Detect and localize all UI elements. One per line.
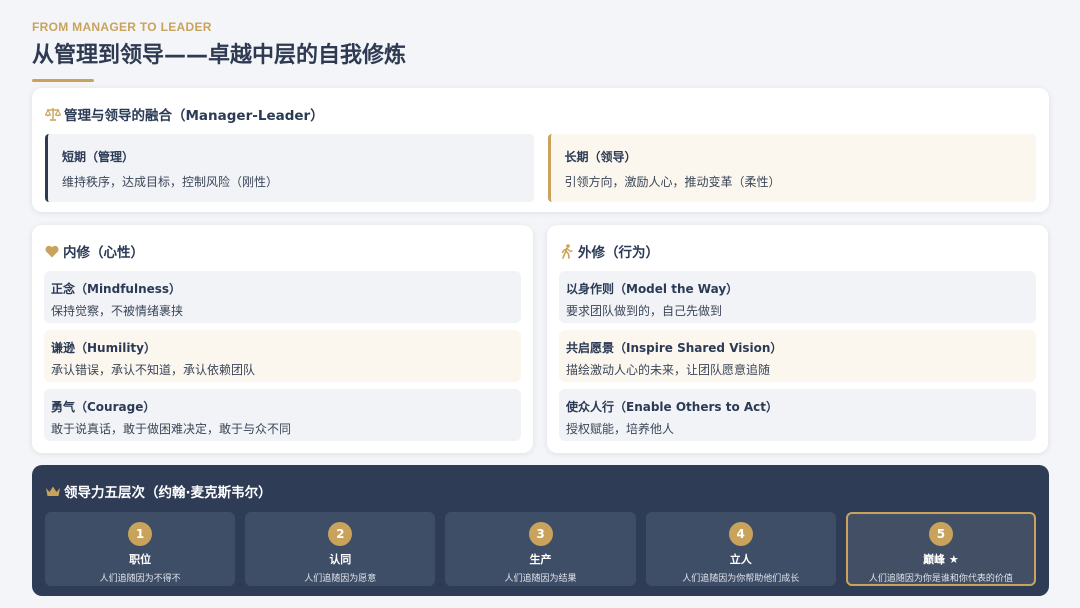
long-term-block: 长期（领导） 引领方向，激励人心，推动变革（柔性） bbox=[547, 134, 1036, 202]
outer-card-header: 外修（行为） bbox=[559, 241, 1036, 261]
outer-item-enable-others: 使众人行（Enable Others to Act） 授权赋能，培养他人 bbox=[559, 389, 1036, 441]
item-title: 谦逊（Humility） bbox=[51, 341, 156, 355]
short-term-title: 短期（管理） bbox=[62, 150, 135, 164]
level-card-3: 3 生产 人们追随因为结果 bbox=[445, 512, 636, 586]
crown-icon bbox=[45, 483, 61, 499]
scale-icon bbox=[45, 106, 61, 122]
leadership-levels-panel: 领导力五层次（约翰·麦克斯韦尔） 1 职位 人们追随因为不得不 2 认同 人们追… bbox=[32, 465, 1049, 596]
fusion-card: 管理与领导的融合（Manager-Leader） 短期（管理） 维持秩序，达成目… bbox=[32, 88, 1049, 212]
item-title: 共启愿景（Inspire Shared Vision） bbox=[566, 341, 783, 355]
levels-header: 领导力五层次（约翰·麦克斯韦尔） bbox=[45, 481, 1036, 501]
inner-item-mindfulness: 正念（Mindfulness） 保持觉察，不被情绪裹挟 bbox=[44, 271, 521, 323]
level-title: 生产 bbox=[529, 553, 552, 566]
level-title: 认同 bbox=[329, 553, 352, 566]
item-desc: 描绘激动人心的未来，让团队愿意追随 bbox=[566, 363, 771, 377]
item-desc: 承认错误，承认不知道，承认依赖团队 bbox=[51, 363, 256, 377]
level-title: 立人 bbox=[729, 553, 752, 566]
outer-item-shared-vision: 共启愿景（Inspire Shared Vision） 描绘激动人心的未来，让团… bbox=[559, 330, 1036, 382]
level-title: 巅峰 ★ bbox=[923, 553, 959, 566]
level-card-5-peak: 5 巅峰 ★ 人们追随因为你是谁和你代表的价值 bbox=[845, 512, 1037, 586]
inner-cultivation-card: 内修（心性） 正念（Mindfulness） 保持觉察，不被情绪裹挟 谦逊（Hu… bbox=[32, 225, 533, 453]
item-desc: 保持觉察，不被情绪裹挟 bbox=[51, 304, 184, 318]
levels-title: 领导力五层次（约翰·麦克斯韦尔） bbox=[64, 485, 272, 501]
page-header: FROM MANAGER TO LEADER 从管理到领导——卓越中层的自我修炼 bbox=[32, 20, 406, 82]
outer-card-title: 外修（行为） bbox=[578, 245, 659, 261]
item-title: 使众人行（Enable Others to Act） bbox=[566, 400, 779, 414]
inner-item-humility: 谦逊（Humility） 承认错误，承认不知道，承认依赖团队 bbox=[44, 330, 521, 382]
outer-cultivation-card: 外修（行为） 以身作则（Model the Way） 要求团队做到的，自己先做到… bbox=[547, 225, 1048, 453]
item-title: 勇气（Courage） bbox=[51, 400, 156, 414]
level-card-2: 2 认同 人们追随因为愿意 bbox=[245, 512, 436, 586]
outer-item-model-the-way: 以身作则（Model the Way） 要求团队做到的，自己先做到 bbox=[559, 271, 1036, 323]
inner-item-courage: 勇气（Courage） 敢于说真话，敢于做困难决定，敢于与众不同 bbox=[44, 389, 521, 441]
inner-card-header: 内修（心性） bbox=[44, 241, 521, 261]
level-desc: 人们追随因为你是谁和你代表的价值 bbox=[868, 574, 1013, 584]
item-desc: 授权赋能，培养他人 bbox=[566, 422, 675, 436]
level-number-badge: 3 bbox=[528, 522, 553, 546]
level-desc: 人们追随因为结果 bbox=[504, 574, 577, 584]
title-underline bbox=[32, 79, 94, 82]
item-title: 以身作则（Model the Way） bbox=[566, 282, 739, 296]
short-term-desc: 维持秩序，达成目标，控制风险（刚性） bbox=[62, 175, 279, 189]
level-desc: 人们追随因为不得不 bbox=[99, 574, 181, 584]
item-desc: 敢于说真话，敢于做困难决定，敢于与众不同 bbox=[51, 422, 292, 436]
item-desc: 要求团队做到的，自己先做到 bbox=[566, 304, 723, 318]
inner-card-title: 内修（心性） bbox=[63, 245, 144, 261]
level-desc: 人们追随因为愿意 bbox=[304, 574, 377, 584]
level-number-badge: 4 bbox=[728, 522, 753, 546]
long-term-desc: 引领方向，激励人心，推动变革（柔性） bbox=[564, 175, 781, 189]
level-card-1: 1 职位 人们追随因为不得不 bbox=[45, 512, 236, 586]
fusion-card-header: 管理与领导的融合（Manager-Leader） bbox=[45, 104, 1036, 124]
level-card-4: 4 立人 人们追随因为你帮助他们成长 bbox=[645, 512, 836, 586]
level-number-badge: 1 bbox=[128, 522, 153, 546]
level-desc: 人们追随因为你帮助他们成长 bbox=[682, 574, 800, 584]
item-title: 正念（Mindfulness） bbox=[51, 282, 182, 296]
eyebrow-text: FROM MANAGER TO LEADER bbox=[32, 20, 212, 34]
fusion-card-title: 管理与领导的融合（Manager-Leader） bbox=[64, 108, 324, 124]
heart-icon bbox=[44, 243, 60, 259]
walking-person-icon bbox=[559, 243, 575, 259]
long-term-title: 长期（领导） bbox=[564, 150, 637, 164]
page-title: 从管理到领导——卓越中层的自我修炼 bbox=[32, 43, 407, 68]
level-number-badge: 5 bbox=[928, 522, 953, 546]
level-number-badge: 2 bbox=[328, 522, 353, 546]
short-term-block: 短期（管理） 维持秩序，达成目标，控制风险（刚性） bbox=[45, 134, 534, 202]
level-title: 职位 bbox=[129, 553, 152, 566]
